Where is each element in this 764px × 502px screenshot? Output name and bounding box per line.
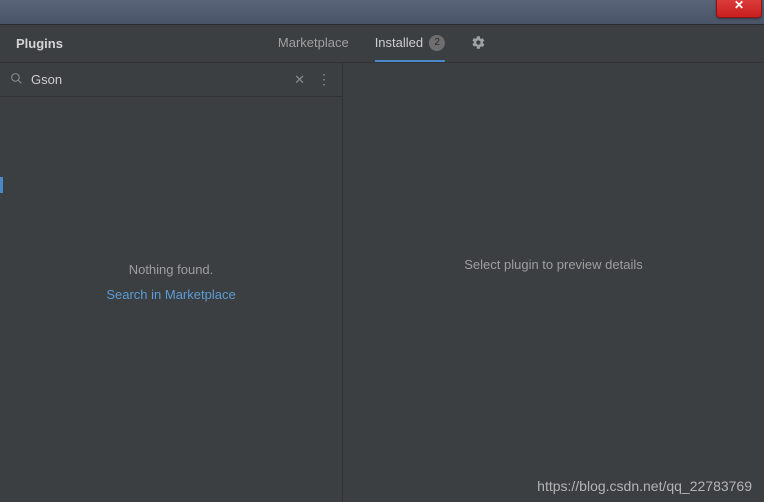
content: ✕ ⋮ Nothing found. Search in Marketplace…: [0, 63, 764, 502]
plugins-window: Plugins Marketplace Installed 2 ✕ ⋮: [0, 24, 764, 502]
search-marketplace-link[interactable]: Search in Marketplace: [106, 287, 235, 302]
right-pane: Select plugin to preview details: [343, 63, 764, 502]
results-area: Nothing found. Search in Marketplace: [0, 79, 342, 484]
selection-indicator: [0, 177, 3, 193]
tab-installed[interactable]: Installed 2: [375, 25, 445, 62]
installed-count-badge: 2: [429, 35, 445, 51]
tab-installed-label: Installed: [375, 35, 423, 50]
left-pane: ✕ ⋮ Nothing found. Search in Marketplace: [0, 63, 343, 502]
tab-marketplace[interactable]: Marketplace: [278, 25, 349, 62]
gear-icon[interactable]: [471, 35, 486, 53]
titlebar: ✕: [0, 0, 764, 24]
page-title: Plugins: [16, 36, 63, 51]
preview-placeholder: Select plugin to preview details: [464, 257, 643, 272]
close-icon: ✕: [734, 0, 744, 12]
header: Plugins Marketplace Installed 2: [0, 25, 764, 63]
window-close-button[interactable]: ✕: [716, 0, 762, 18]
tabs: Marketplace Installed 2: [278, 25, 486, 62]
nothing-found-text: Nothing found.: [129, 262, 214, 277]
watermark: https://blog.csdn.net/qq_22783769: [537, 478, 752, 494]
